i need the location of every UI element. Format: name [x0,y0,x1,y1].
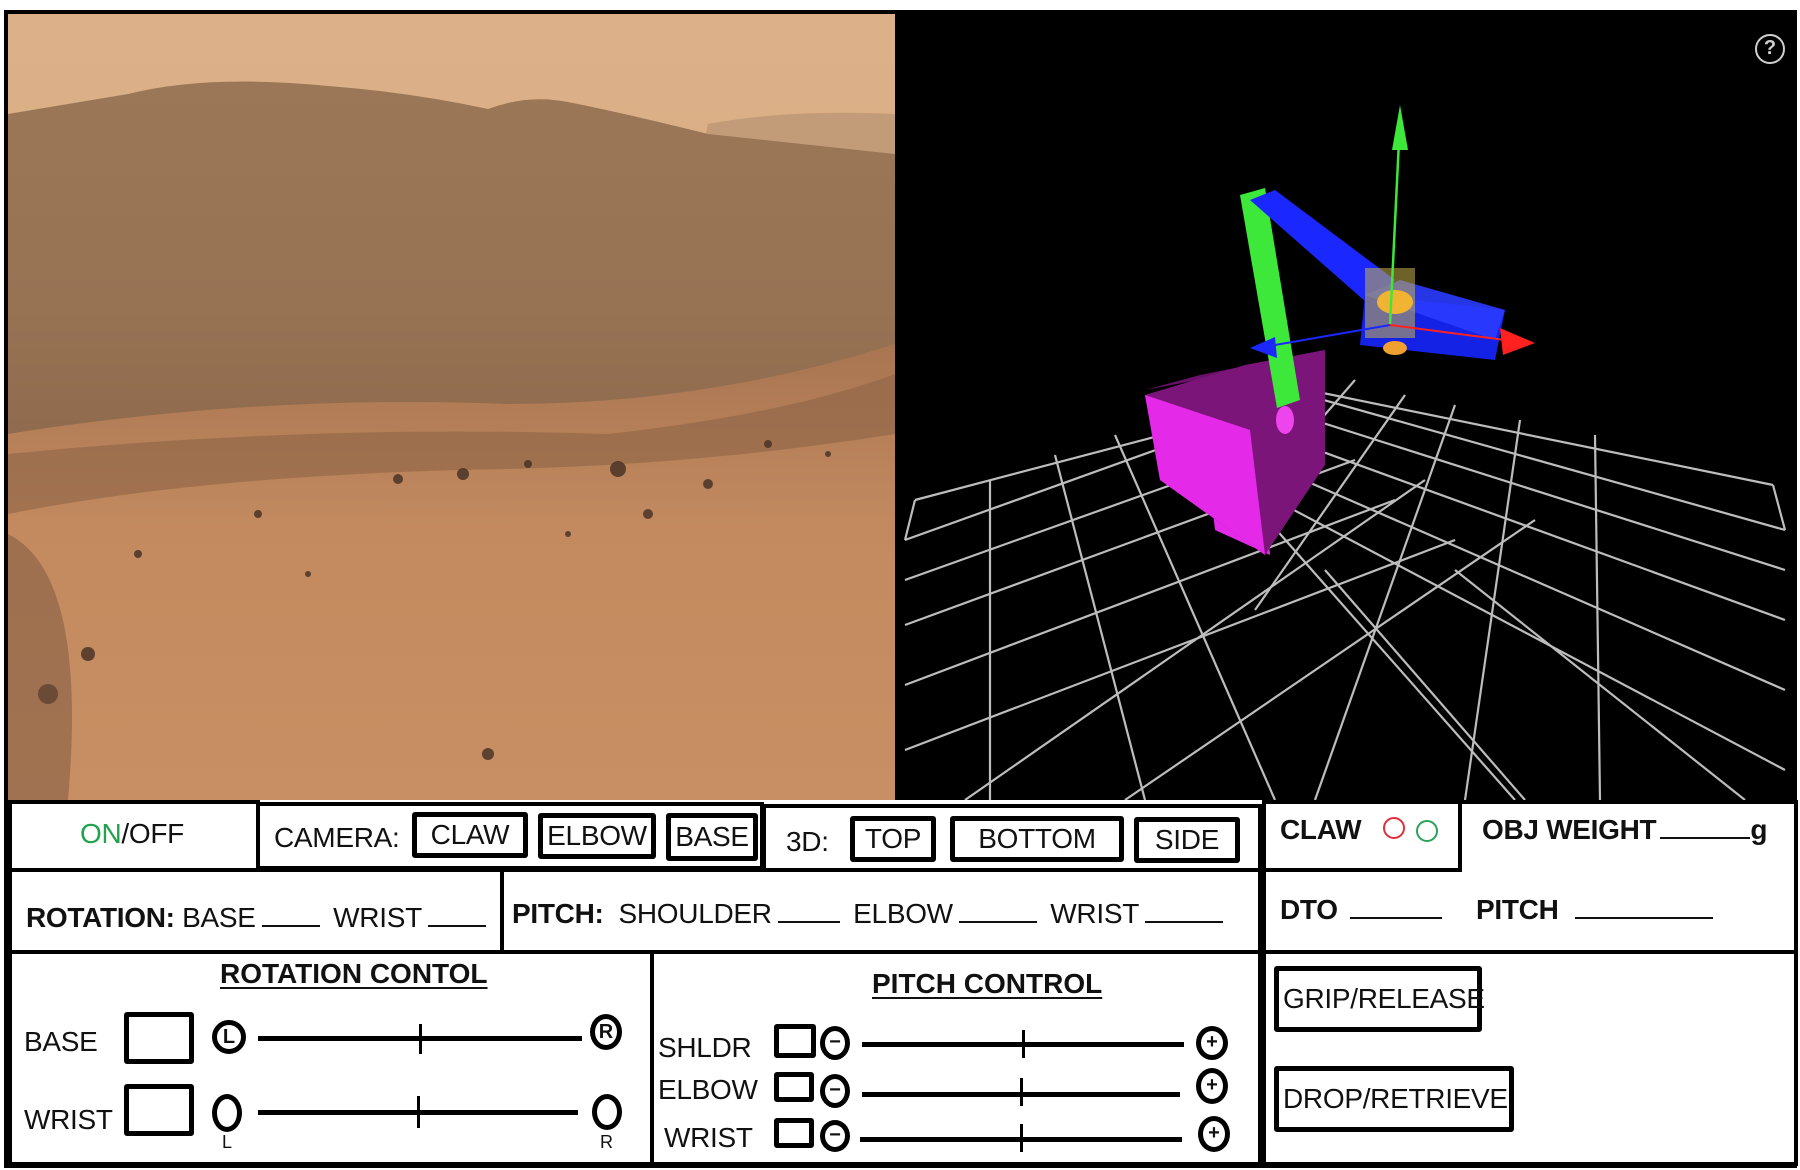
pitch-readout: PITCH: SHOULDER ELBOW WRIST [512,898,1229,930]
view-3d-label: 3D: [786,826,829,857]
floor-grid [903,373,1787,800]
view-bottom-button[interactable]: BOTTOM [950,816,1124,862]
pitch-shldr-row-label: SHLDR [658,1032,752,1063]
x-axis-arrow [1500,328,1535,355]
pitch-elbow-label: ELBOW [853,898,953,929]
claw-status-cell: CLAW [1262,800,1462,872]
pitch-readout-label: PITCH: [512,898,604,929]
rotation-wrist-value [427,925,486,927]
drop-retrieve-button[interactable]: DROP/RETRIEVE [1274,1066,1514,1132]
pitch-shoulder-value [777,921,840,923]
rotation-wrist-left-button[interactable] [212,1094,242,1132]
camera-elbow-button[interactable]: ELBOW [538,813,656,859]
pitch-wrist-value-box [774,1118,814,1148]
pitch-elbow-plus-button[interactable]: + [1196,1068,1228,1104]
camera-claw-button[interactable]: CLAW [412,812,528,858]
pitch-control-panel: PITCH CONTROL SHLDR − + ELBOW − + WRIST … [650,950,1262,1166]
dto-value [1349,917,1442,919]
obj-weight-value [1660,837,1751,839]
rotation-wrist-value-box [124,1084,194,1136]
camera-select-cell: CAMERA: CLAW ELBOW BASE [256,802,764,870]
rotation-readout-cell: ROTATION: BASE WRIST [8,868,504,954]
pitch-status-readout: PITCH [1476,894,1719,926]
pitch-control-title: PITCH CONTROL [872,968,1103,999]
pitch-shldr-plus-button[interactable]: + [1196,1026,1228,1060]
power-off-label[interactable]: OFF [129,818,184,849]
rotation-wrist-right-caption: R [600,1132,613,1152]
rotation-base-value [261,925,320,927]
pitch-shldr-slider-thumb[interactable] [1022,1030,1025,1058]
pitch-elbow-slider-thumb[interactable] [1020,1078,1023,1106]
grip-release-button[interactable]: GRIP/RELEASE [1274,966,1485,1032]
rotation-base-row-label: BASE [24,1026,98,1057]
camera-label: CAMERA: [274,822,400,853]
action-panel: GRIP/RELEASE DROP/RETRIEVE [1262,950,1798,1166]
rotation-control-title: ROTATION CONTOL [220,958,488,989]
pitch-wrist-plus-button[interactable]: + [1198,1116,1230,1152]
mars-terrain-image [8,14,895,800]
pitch-readout-cell: PITCH: SHOULDER ELBOW WRIST [500,868,1262,954]
view-side-button[interactable]: SIDE [1134,817,1240,863]
claw-closed-indicator-icon [1383,817,1405,839]
pitch-wrist-value [1145,921,1224,923]
dto-readout: DTO [1280,894,1448,926]
obj-weight-label: OBJ WEIGHT [1482,814,1657,845]
view-3d-select-cell: 3D: TOP BOTTOM SIDE [762,804,1262,872]
rotation-wrist-slider-thumb[interactable] [417,1096,420,1128]
rotation-wrist-left-caption: L [222,1132,233,1152]
rotation-control-panel: ROTATION CONTOL BASE L R WRIST L R [8,950,654,1166]
power-separator: / [121,818,129,849]
obj-weight-readout: OBJ WEIGHT g [1482,814,1767,846]
pitch-wrist-row-label: WRIST [664,1122,753,1153]
rotation-wrist-right-button[interactable] [592,1094,622,1130]
pitch-elbow-value-box [774,1072,814,1102]
claw-label: CLAW [1280,814,1362,845]
3d-scene [903,105,1787,800]
help-icon[interactable]: ? [1755,34,1785,64]
rotation-wrist-row-label: WRIST [24,1104,113,1135]
rotation-base-right-button[interactable]: R [590,1014,622,1050]
rotation-readout: ROTATION: BASE WRIST [26,902,492,934]
rotation-base-slider-thumb[interactable] [419,1024,422,1054]
dto-label: DTO [1280,894,1338,925]
pitch-shoulder-label: SHOULDER [618,898,772,929]
pitch-status-value [1574,917,1713,919]
power-on-label[interactable]: ON [80,818,122,849]
view-top-button[interactable]: TOP [850,816,936,862]
rotation-wrist-label: WRIST [333,902,422,933]
rotation-base-value-box [124,1012,194,1064]
pitch-elbow-row-label: ELBOW [658,1074,758,1105]
pitch-wrist-label: WRIST [1050,898,1140,929]
robot-arm-3d-view[interactable]: ? [895,10,1797,800]
pitch-elbow-value [958,921,1037,923]
obj-weight-unit: g [1750,814,1768,845]
pitch-elbow-minus-button[interactable]: − [820,1074,850,1108]
rotation-readout-label: ROTATION: [26,902,175,933]
pitch-shldr-minus-button[interactable]: − [820,1026,850,1060]
claw-open-indicator-icon [1416,820,1438,842]
pitch-wrist-slider-thumb[interactable] [1020,1124,1023,1152]
camera-feed-view [8,14,895,800]
camera-base-button[interactable]: BASE [666,813,758,861]
power-toggle-cell[interactable]: ON/OFF [8,800,260,872]
pitch-status-label: PITCH [1476,894,1559,925]
rotation-base-label: BASE [182,902,256,933]
pitch-shldr-value-box [774,1024,816,1058]
rotation-base-left-button[interactable]: L [212,1020,246,1054]
pitch-wrist-minus-button[interactable]: − [820,1120,850,1152]
z-axis-arrow [1250,337,1277,358]
power-toggle[interactable]: ON/OFF [80,818,184,850]
